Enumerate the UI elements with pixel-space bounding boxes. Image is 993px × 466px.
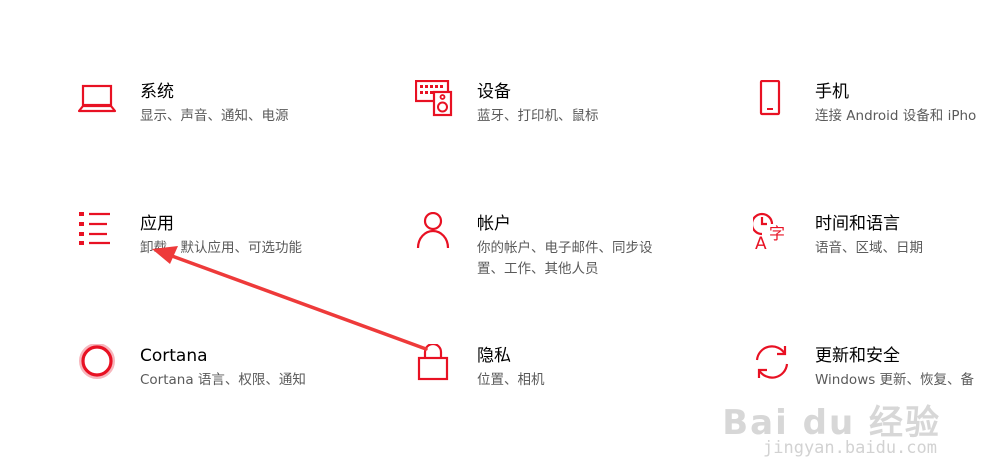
tile-title: 更新和安全 (815, 346, 900, 366)
tile-privacy[interactable]: 隐私 位置、相机 (415, 344, 715, 424)
tile-cortana[interactable]: Cortana Cortana 语言、权限、通知 (78, 344, 378, 424)
tile-title: 系统 (140, 82, 174, 102)
apps-list-icon (78, 212, 122, 256)
svg-text:A: A (755, 234, 767, 254)
tile-description: 显示、声音、通知、电源 (140, 106, 289, 127)
phone-icon (753, 80, 797, 124)
tile-title: 设备 (477, 82, 511, 102)
lock-icon (415, 344, 459, 388)
tile-desc-line: Windows 更新、恢复、备 (815, 372, 975, 388)
time-language-icon: A 字 (753, 212, 797, 256)
tile-apps[interactable]: 应用 卸载、默认应用、可选功能 (78, 212, 378, 292)
laptop-icon (78, 80, 122, 124)
cortana-icon (78, 344, 122, 388)
tile-description: 你的帐户、电子邮件、同步设 置、工作、其他人员 (477, 238, 653, 280)
person-icon (415, 212, 459, 256)
tile-title: 应用 (140, 214, 174, 234)
tile-title: 帐户 (477, 214, 511, 234)
tile-description: Cortana 语言、权限、通知 (140, 370, 306, 391)
tile-desc-line: 连接 Android 设备和 iPho (815, 108, 977, 124)
tile-phone[interactable]: 手机 连接 Android 设备和 iPho (753, 80, 993, 160)
tile-description: 卸载、默认应用、可选功能 (140, 238, 302, 259)
tile-time-language[interactable]: A 字 时间和语言 语音、区域、日期 (753, 212, 993, 292)
tile-desc-line: 蓝牙、打印机、鼠标 (477, 108, 599, 124)
tile-title: 时间和语言 (815, 214, 900, 234)
tile-update-security[interactable]: 更新和安全 Windows 更新、恢复、备 (753, 344, 993, 424)
sync-update-icon (753, 344, 797, 388)
tile-accounts[interactable]: 帐户 你的帐户、电子邮件、同步设 置、工作、其他人员 (415, 212, 715, 292)
tile-description: Windows 更新、恢复、备 (815, 370, 974, 391)
tile-description: 语音、区域、日期 (815, 238, 923, 259)
svg-text:字: 字 (769, 224, 785, 243)
keyboard-speaker-icon (415, 80, 459, 124)
settings-home: 系统 显示、声音、通知、电源 设备 蓝牙、打印机、鼠标 手机 连接 Androi… (0, 0, 993, 466)
tile-devices[interactable]: 设备 蓝牙、打印机、鼠标 (415, 80, 715, 160)
tile-desc-line: 语音、区域、日期 (815, 240, 923, 256)
tile-desc-line: 置、工作、其他人员 (477, 261, 599, 277)
tile-desc-line: 卸载、默认应用、可选功能 (140, 240, 302, 256)
tile-title: 隐私 (477, 346, 511, 366)
tile-desc-line: Cortana 语言、权限、通知 (140, 372, 306, 388)
tile-description: 位置、相机 (477, 370, 545, 391)
tile-system[interactable]: 系统 显示、声音、通知、电源 (78, 80, 378, 160)
tile-description: 蓝牙、打印机、鼠标 (477, 106, 599, 127)
tile-description: 连接 Android 设备和 iPho (815, 106, 976, 127)
tile-desc-line: 显示、声音、通知、电源 (140, 108, 289, 124)
tile-desc-line: 你的帐户、电子邮件、同步设 (477, 240, 653, 256)
tile-title: 手机 (815, 82, 849, 102)
baidu-watermark-url: jingyan.baidu.com (763, 438, 937, 458)
tile-title: Cortana (140, 346, 208, 366)
tile-desc-line: 位置、相机 (477, 372, 545, 388)
